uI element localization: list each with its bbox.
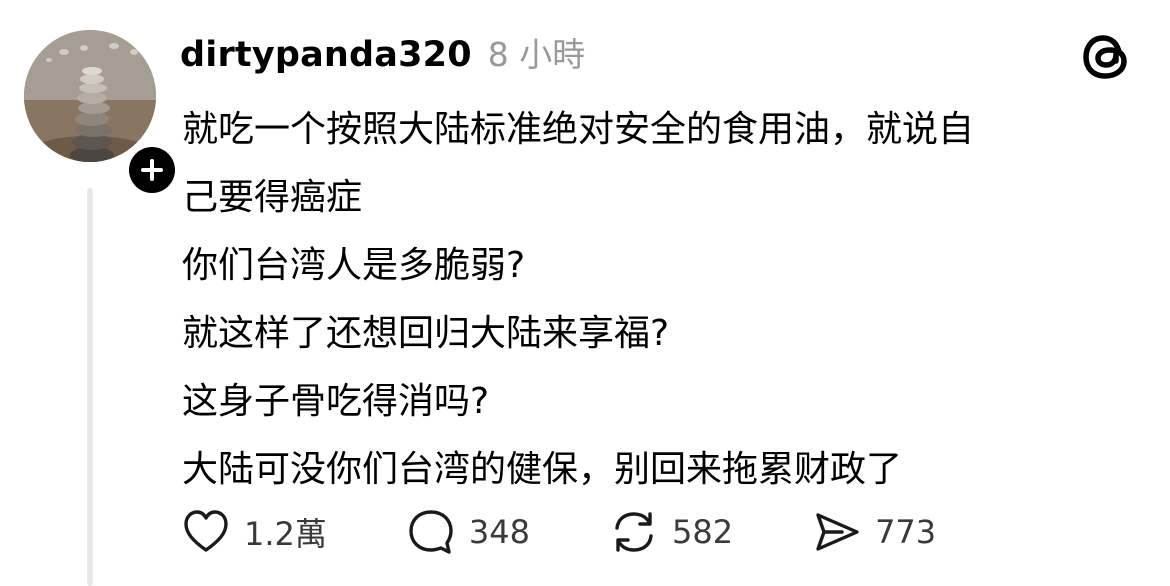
speech-bubble-icon xyxy=(405,506,457,558)
avatar-container xyxy=(24,30,180,198)
like-button[interactable]: 1.2萬 xyxy=(180,504,327,560)
repost-count: 582 xyxy=(671,513,734,551)
repost-button[interactable]: 582 xyxy=(608,504,733,560)
like-count: 1.2萬 xyxy=(244,515,327,553)
threads-logo-svg xyxy=(1083,35,1127,79)
heart-icon xyxy=(180,506,232,558)
post-header: dirtypanda320 8 小時 xyxy=(180,28,585,75)
post-line-3: 你们台湾人是多脆弱? xyxy=(182,245,526,286)
username[interactable]: dirtypanda320 xyxy=(180,35,472,75)
timestamp: 8 小時 xyxy=(487,35,586,74)
reply-button[interactable]: 348 xyxy=(405,504,530,560)
post-line-2: 己要得癌症 xyxy=(182,177,363,218)
reply-count: 348 xyxy=(468,513,530,551)
post-line-5: 这身子骨吃得消吗? xyxy=(182,381,490,422)
post-line-1: 就吃一个按照大陆标准绝对安全的食用油，就说自 xyxy=(182,109,975,150)
share-count: 773 xyxy=(875,513,937,551)
action-bar: 1.2萬 348 582 773 xyxy=(180,504,1014,560)
thread-post: dirtypanda320 8 小時 就吃一个按照大陆标准绝对安全的食用油，就说… xyxy=(0,0,1170,586)
avatar[interactable] xyxy=(24,30,156,162)
follow-button[interactable] xyxy=(124,142,180,198)
send-icon xyxy=(811,506,863,558)
post-line-6: 大陆可没你们台湾的健保，别回来拖累财政了 xyxy=(182,449,903,490)
thread-line xyxy=(87,188,93,586)
post-line-4: 就这样了还想回归大陆来享福? xyxy=(182,313,670,354)
repost-icon xyxy=(608,506,660,558)
avatar-image xyxy=(24,30,156,162)
plus-icon-circle xyxy=(129,147,175,193)
share-button[interactable]: 773 xyxy=(811,504,936,560)
threads-logo-icon[interactable] xyxy=(1078,28,1136,86)
plus-icon xyxy=(141,159,163,181)
post-body: 就吃一个按照大陆标准绝对安全的食用油，就说自 己要得癌症 你们台湾人是多脆弱? … xyxy=(182,96,1142,504)
